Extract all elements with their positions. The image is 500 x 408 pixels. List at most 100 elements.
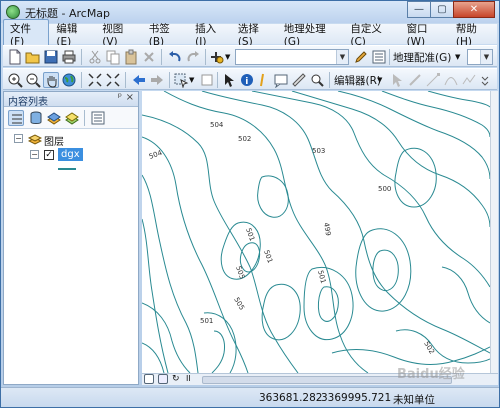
map-scale-combobox[interactable]: ▼ [235, 49, 349, 65]
list-by-visibility-icon[interactable] [46, 110, 62, 126]
watermark: Baidu经验 [397, 367, 465, 382]
editor-toolbar-toggle-icon[interactable] [353, 49, 369, 65]
contour-label: 505 [232, 296, 246, 312]
map-view[interactable]: 504 502 504 503 500 499 501 501 505 501 … [142, 91, 490, 373]
table-of-contents-icon[interactable] [371, 49, 387, 65]
select-dropdown-icon[interactable]: ▼ [189, 72, 197, 88]
straight-segment-icon[interactable] [425, 72, 441, 88]
contour-label: 502 [422, 340, 436, 356]
data-view-icon[interactable] [144, 374, 154, 384]
layers-group-row[interactable]: − 图层 [4, 132, 138, 148]
clear-selection-icon[interactable] [199, 72, 215, 88]
svg-text:501: 501 [200, 317, 213, 325]
contour-label: 504 [210, 121, 224, 129]
forward-arrow-icon[interactable] [149, 72, 165, 88]
pan-hand-icon[interactable] [43, 72, 59, 88]
standard-toolbar: ▼ ▼ 地理配准(G) ▼ ▼ [3, 45, 497, 67]
print-icon[interactable] [61, 49, 77, 65]
cut-icon[interactable] [87, 49, 103, 65]
svg-text:502: 502 [422, 340, 436, 356]
window-controls: — ▢ ✕ [407, 1, 495, 19]
menu-bar: 文件(F) 编辑(E) 视图(V) 书签(B) 插入(I) 选择(S) 地理处理… [3, 18, 497, 50]
table-of-contents-pane: 内容列表 ᵖ × − 图层 − ✓ dgx [3, 91, 139, 385]
layers-icon [28, 134, 42, 145]
edit-tool-icon[interactable] [389, 72, 405, 88]
svg-text:501: 501 [262, 249, 274, 264]
svg-text:502: 502 [238, 135, 251, 143]
maximize-button[interactable]: ▢ [430, 1, 454, 18]
edit-annotation-icon[interactable] [407, 72, 423, 88]
identify-icon[interactable]: i [239, 72, 255, 88]
contour-label: 503 [312, 147, 325, 155]
copy-icon[interactable] [105, 49, 121, 65]
list-by-source-icon[interactable] [28, 110, 44, 126]
georeferencing-layer-combobox[interactable]: ▼ [467, 49, 493, 65]
list-by-drawing-order-icon[interactable] [8, 110, 24, 126]
contour-label: 499 [322, 222, 332, 237]
undo-icon[interactable] [167, 49, 183, 65]
add-data-dropdown-icon[interactable]: ▼ [225, 49, 233, 65]
refresh-icon[interactable]: ↻ [172, 374, 182, 384]
save-icon[interactable] [43, 49, 59, 65]
measure-icon[interactable] [291, 72, 307, 88]
arcmap-window: 无标题 - ArcMap — ▢ ✕ 文件(F) 编辑(E) 视图(V) 书签(… [0, 0, 500, 408]
close-button[interactable]: ✕ [453, 1, 495, 18]
add-data-icon[interactable] [209, 49, 225, 65]
toolbar-overflow-icon[interactable] [479, 72, 491, 88]
layer-visibility-checkbox[interactable]: ✓ [44, 150, 54, 160]
fixed-zoom-out-icon[interactable] [105, 72, 121, 88]
editor-dropdown-icon[interactable]: ▼ [377, 72, 385, 88]
zoom-in-icon[interactable] [7, 72, 23, 88]
svg-text:501: 501 [244, 227, 256, 242]
collapse-icon[interactable]: − [14, 134, 23, 143]
svg-text:499: 499 [322, 222, 332, 237]
paste-icon[interactable] [123, 49, 139, 65]
full-extent-globe-icon[interactable] [61, 72, 77, 88]
layers-group-label: 图层 [44, 137, 64, 148]
select-elements-arrow-icon[interactable] [221, 72, 237, 88]
html-popup-icon[interactable] [273, 72, 289, 89]
chevron-down-icon[interactable]: ▼ [336, 50, 348, 64]
minimize-button[interactable]: — [407, 1, 431, 18]
layer-label[interactable]: dgx [58, 148, 83, 161]
select-features-icon[interactable] [173, 72, 189, 89]
svg-text:504: 504 [210, 121, 224, 129]
layout-view-icon[interactable] [158, 374, 168, 384]
pause-drawing-icon[interactable]: II [186, 374, 196, 384]
fixed-zoom-in-icon[interactable] [87, 72, 103, 88]
map-vertical-scrollbar[interactable] [490, 91, 498, 373]
layer-row-dgx[interactable]: − ✓ dgx [4, 148, 138, 162]
georeferencing-dropdown-icon[interactable]: ▼ [455, 49, 465, 65]
zoom-out-icon[interactable] [25, 72, 41, 88]
editor-menu-label[interactable]: 编辑器(R) [334, 73, 381, 88]
hyperlink-icon[interactable] [257, 72, 273, 88]
layer-line-symbol [58, 168, 76, 170]
status-bar: 363681.282 3369995.721 未知单位 [1, 387, 499, 407]
svg-text:505: 505 [232, 296, 246, 312]
new-document-icon[interactable] [7, 49, 23, 65]
find-icon[interactable] [309, 72, 325, 88]
contour-label: 501 [316, 269, 327, 284]
list-by-selection-icon[interactable] [64, 110, 80, 126]
pin-icon[interactable]: ᵖ [118, 92, 122, 103]
endpoint-arc-icon[interactable] [443, 72, 459, 88]
contour-label: 505 [234, 265, 246, 280]
delete-icon[interactable] [141, 49, 157, 65]
trace-icon[interactable] [461, 72, 477, 88]
toc-header: 内容列表 ᵖ × [4, 92, 138, 108]
open-folder-icon[interactable] [25, 49, 41, 65]
tools-toolbar: ▼ i 编辑器(R) ▼ [3, 68, 497, 90]
back-arrow-icon[interactable] [131, 72, 147, 88]
redo-icon[interactable] [185, 49, 201, 65]
collapse-icon[interactable]: − [30, 150, 39, 159]
svg-text:503: 503 [312, 147, 325, 155]
contour-label: 500 [378, 185, 391, 193]
toc-close-icon[interactable]: × [126, 92, 134, 103]
arcmap-app-icon [6, 5, 20, 19]
status-y-coordinate: 3369995.721 [321, 392, 392, 404]
toc-options-icon[interactable] [90, 110, 106, 126]
chevron-down-icon[interactable]: ▼ [480, 50, 492, 64]
status-units: 未知单位 [393, 394, 435, 406]
contour-label: 502 [238, 135, 251, 143]
georeferencing-label[interactable]: 地理配准(G) [393, 50, 451, 65]
